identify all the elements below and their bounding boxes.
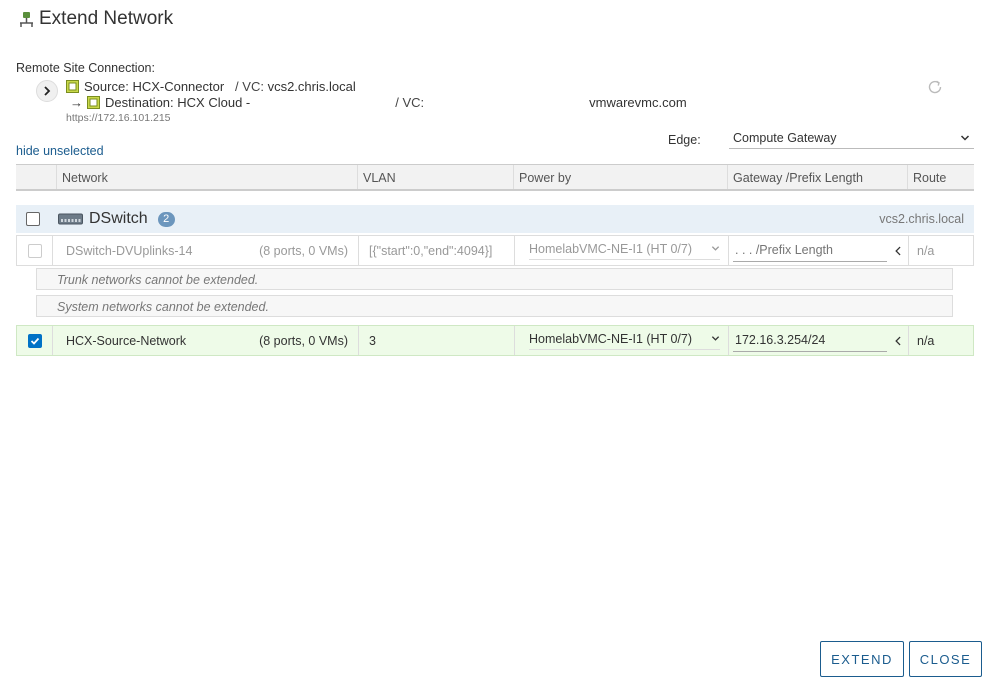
group-select-checkbox[interactable] [26,212,40,226]
chevron-down-icon [711,336,720,341]
gateway-cell [729,326,909,355]
power-by-value: HomelabVMC-NE-I1 (HT 0/7) [529,331,693,346]
column-header-gateway[interactable]: Gateway /Prefix Length [728,165,908,189]
column-header-vlan[interactable]: VLAN [358,165,514,189]
extend-button[interactable]: EXTEND [820,641,904,677]
hide-unselected-link[interactable]: hide unselected [16,144,104,158]
chevron-left-icon[interactable] [893,244,904,258]
switch-group-count-badge: 2 [157,211,175,227]
destination-prefix: Destination: [105,95,174,110]
row-select-cell [17,326,53,355]
chevron-down-icon [711,246,720,251]
close-button[interactable]: CLOSE [909,641,982,677]
dialog-title-text: Extend Network [39,8,174,29]
vlan-cell: [{"start":0,"end":4094}] [359,236,515,265]
chevron-down-icon [960,134,970,141]
checkmark-icon [30,337,39,345]
system-notice: System networks cannot be extended. [36,295,953,317]
table-row: DSwitch-DVUplinks-14 (8 ports, 0 VMs) [{… [16,235,974,266]
network-ports: (8 ports, 0 VMs) [259,333,348,348]
destination-vc: vmwarevmc.com [589,95,687,110]
destination-vc-label: / VC: [395,95,425,110]
refresh-icon[interactable] [926,78,944,96]
switch-group-row: DSwitch 2 vcs2.chris.local [16,205,974,233]
switch-icon [58,213,83,225]
network-cell: DSwitch-DVUplinks-14 (8 ports, 0 VMs) [53,236,359,265]
edge-label: Edge: [668,133,701,147]
power-by-value: HomelabVMC-NE-I1 (HT 0/7) [529,241,693,256]
chevron-right-icon [44,86,51,96]
route-cell: n/a [917,243,935,258]
table-header: Network VLAN Power by Gateway /Prefix Le… [16,164,974,191]
gateway-cell [729,236,909,265]
network-cell: HCX-Source-Network (8 ports, 0 VMs) [53,326,359,355]
column-header-select [16,165,57,189]
source-name: HCX-Connector [132,79,225,94]
dialog-title: Extend Network [18,8,173,30]
chevron-left-icon[interactable] [893,334,904,348]
column-header-route[interactable]: Route [908,165,974,189]
power-by-cell: HomelabVMC-NE-I1 (HT 0/7) [515,326,729,355]
switch-group-name: DSwitch [89,210,148,227]
row-select-cell [17,236,53,265]
destination-connection: → Destination: HCX Cloud - / VC: vmwarev… [70,95,687,110]
gateway-input [733,239,887,262]
arrow-right-icon: → [70,95,83,110]
site-icon [87,96,100,109]
site-icon [66,80,79,93]
source-prefix: Source: [84,79,129,94]
source-vc: vcs2.chris.local [267,79,356,94]
network-ports: (8 ports, 0 VMs) [259,243,348,258]
row-select-checkbox[interactable] [27,333,42,348]
row-select-checkbox [27,243,42,258]
power-by-cell: HomelabVMC-NE-I1 (HT 0/7) [515,236,729,265]
gateway-input[interactable] [733,329,887,352]
edge-select-value: Compute Gateway [733,130,837,145]
remote-site-label: Remote Site Connection: [16,61,155,75]
trunk-notice: Trunk networks cannot be extended. [36,268,953,290]
power-by-select: HomelabVMC-NE-I1 (HT 0/7) [529,242,720,260]
expand-connection-button[interactable] [36,80,58,102]
connection-url: https://172.16.101.215 [66,112,171,124]
source-connection: Source: HCX-Connector / VC: vcs2.chris.l… [66,79,356,94]
network-name: DSwitch-DVUplinks-14 [66,243,193,258]
network-name: HCX-Source-Network [66,333,187,348]
column-header-network[interactable]: Network [57,165,358,189]
source-vc-label: / VC: [235,79,264,94]
vlan-cell: 3 [359,326,515,355]
network-icon [18,11,35,28]
table-row: HCX-Source-Network (8 ports, 0 VMs) 3 Ho… [16,325,974,356]
power-by-select[interactable]: HomelabVMC-NE-I1 (HT 0/7) [529,332,720,350]
edge-select[interactable]: Compute Gateway [729,127,974,149]
switch-group-vc: vcs2.chris.local [879,212,964,226]
route-cell: n/a [917,333,935,348]
destination-name: HCX Cloud - [177,95,251,110]
column-header-power-by[interactable]: Power by [514,165,728,189]
